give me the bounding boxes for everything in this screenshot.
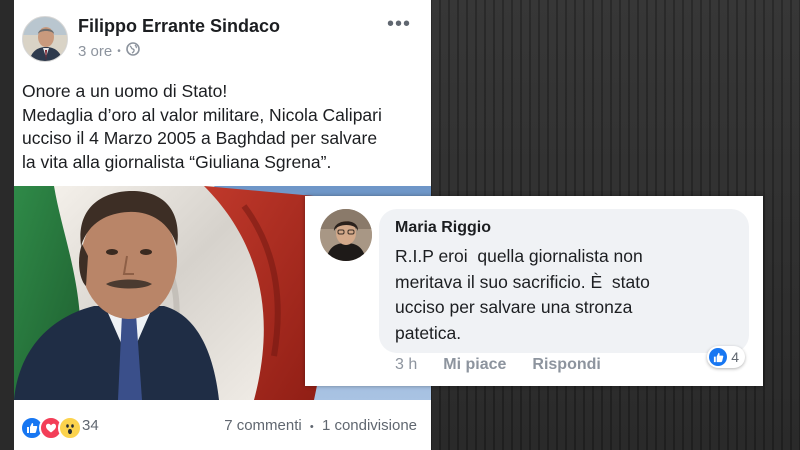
comment-reply-button[interactable]: Rispondi	[532, 356, 600, 374]
wow-icon	[58, 416, 82, 440]
comment-text: R.I.P eroi quella giornalista non merita…	[395, 244, 740, 346]
left-border	[0, 0, 14, 450]
author-portrait	[23, 17, 67, 61]
commenter-name[interactable]: Maria Riggio	[395, 219, 491, 237]
reaction-icons[interactable]	[20, 416, 82, 440]
comment-likes-count: 4	[731, 349, 739, 365]
comment-likes-badge[interactable]: 4	[707, 346, 745, 368]
post-meta: 3 ore •	[78, 42, 140, 60]
post-text: Onore a un uomo di Stato! Medaglia d’oro…	[22, 80, 422, 174]
like-icon	[709, 348, 728, 366]
globe-icon	[125, 42, 140, 60]
post-text-line: Medaglia d’oro al valor militare, Nicola…	[22, 104, 382, 125]
reactions-count[interactable]: 34	[82, 417, 99, 434]
more-options-icon[interactable]: •••	[387, 14, 411, 34]
comment-actions: 3 h Mi piace Rispondi	[395, 356, 601, 374]
comment-card: Maria Riggio R.I.P eroi quella giornalis…	[305, 196, 763, 386]
comment-time[interactable]: 3 h	[395, 356, 417, 374]
comments-count-link[interactable]: 7 commenti	[224, 417, 302, 434]
author-avatar[interactable]	[22, 16, 68, 62]
comment-text-line: patetica.	[395, 322, 462, 343]
post-text-line: ucciso il 4 Marzo 2005 a Baghdad per sal…	[22, 128, 378, 148]
comment-text-line: ucciso per salvare una stronza	[395, 297, 633, 317]
post-text-line: la vita alla giornalista “Giuliana Sgren…	[22, 151, 332, 172]
summary-separator: •	[309, 421, 314, 433]
comment-like-button[interactable]: Mi piace	[443, 356, 506, 374]
shares-count-link[interactable]: 1 condivisione	[322, 417, 417, 434]
post-author-name[interactable]: Filippo Errante Sindaco	[78, 16, 280, 37]
reactions-bar: 34 7 commenti • 1 condivisione	[14, 408, 431, 444]
comment-text-line: R.I.P eroi quella giornalista non	[395, 246, 643, 266]
post-text-line: Onore a un uomo di Stato!	[22, 81, 228, 101]
comment-bubble: Maria Riggio R.I.P eroi quella giornalis…	[379, 209, 749, 353]
comment-text-line: meritava il suo sacrificio. È stato	[395, 271, 650, 292]
screenshot-canvas: Filippo Errante Sindaco 3 ore • ••• Onor…	[0, 0, 800, 450]
comments-shares-summary: 7 commenti • 1 condivisione	[224, 417, 417, 434]
commenter-avatar[interactable]	[320, 209, 372, 261]
commenter-portrait	[320, 209, 372, 261]
post-time[interactable]: 3 ore	[78, 43, 112, 60]
meta-dot: •	[117, 45, 121, 57]
post-header: Filippo Errante Sindaco 3 ore • •••	[14, 0, 431, 70]
